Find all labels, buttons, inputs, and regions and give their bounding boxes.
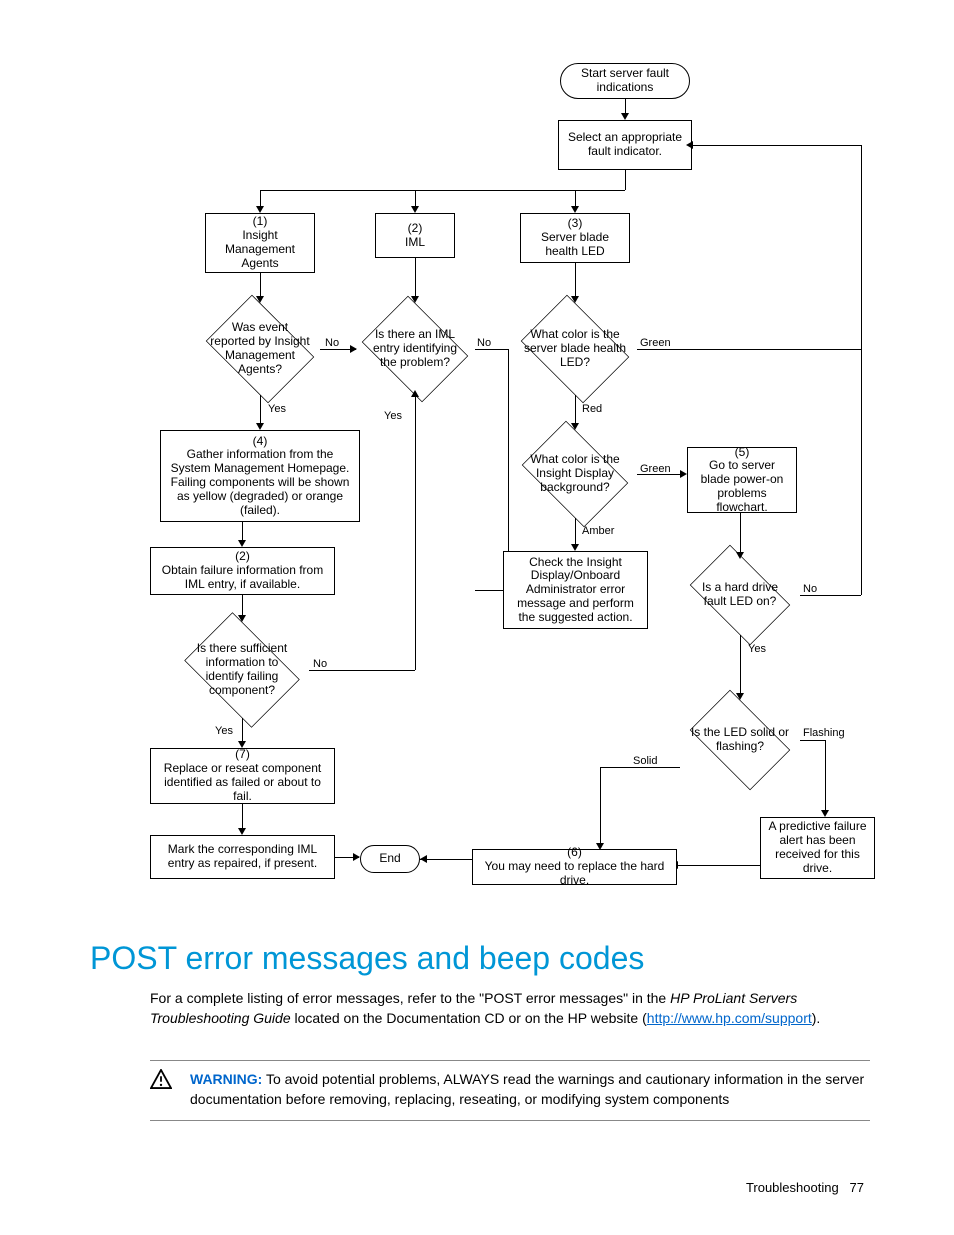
- page-footer: Troubleshooting 77: [746, 1180, 864, 1195]
- node-gather-info: (4) Gather information from the System M…: [160, 430, 360, 522]
- text: (2) Obtain failure information from IML …: [157, 550, 328, 591]
- label-yes: Yes: [215, 725, 233, 738]
- text: What color is the server blade health LE…: [513, 328, 637, 369]
- text: To avoid potential problems, ALWAYS read…: [190, 1071, 864, 1107]
- text: Is the LED solid or flashing?: [680, 726, 800, 754]
- label-amber: Amber: [582, 525, 614, 538]
- node-poweron-flow: (5) Go to server blade power-on problems…: [687, 447, 797, 513]
- node-mark-repaired: Mark the corresponding IML entry as repa…: [150, 835, 335, 879]
- text: Select an appropriate fault indicator.: [565, 131, 685, 159]
- text: ).: [812, 1010, 821, 1026]
- label-yes: Yes: [748, 643, 766, 656]
- footer-section: Troubleshooting: [746, 1180, 839, 1195]
- label-green: Green: [640, 337, 671, 350]
- warning-label: WARNING:: [190, 1071, 262, 1087]
- label-no: No: [313, 658, 327, 671]
- node-iml: (2) IML: [375, 213, 455, 258]
- decision-iml-entry: Is there an IML entry identifying the pr…: [355, 303, 475, 395]
- label-yes: Yes: [384, 410, 402, 423]
- decision-display-color: What color is the Insight Display backgr…: [513, 430, 637, 518]
- label-no: No: [477, 337, 491, 350]
- decision-led-color: What color is the server blade health LE…: [513, 303, 637, 395]
- label-red: Red: [582, 403, 602, 416]
- decision-sufficient-info: Is there sufficient information to ident…: [175, 622, 309, 718]
- text: Was event reported by Insight Management…: [198, 321, 322, 376]
- text: (6) You may need to replace the hard dri…: [479, 846, 670, 887]
- label-flashing: Flashing: [803, 727, 845, 740]
- support-link[interactable]: http://www.hp.com/support: [647, 1010, 812, 1026]
- text: (1) Insight Management Agents: [212, 215, 308, 270]
- node-obtain-iml: (2) Obtain failure information from IML …: [150, 547, 335, 595]
- warning-icon: [150, 1069, 172, 1089]
- label-solid: Solid: [633, 755, 657, 768]
- node-start: Start server fault indications: [560, 63, 690, 99]
- label-no: No: [803, 583, 817, 596]
- intro-paragraph: For a complete listing of error messages…: [150, 988, 870, 1029]
- text: For a complete listing of error messages…: [150, 990, 670, 1006]
- text: Start server fault indications: [567, 67, 683, 95]
- text: End: [379, 852, 400, 866]
- text: (4) Gather information from the System M…: [167, 435, 353, 518]
- decision-hd-led: Is a hard drive fault LED on?: [680, 555, 800, 635]
- warning-text: WARNING: To avoid potential problems, AL…: [190, 1069, 870, 1110]
- text: A predictive failure alert has been rece…: [767, 820, 868, 875]
- label-no: No: [325, 337, 339, 350]
- footer-page: 77: [850, 1180, 864, 1195]
- decision-solid-flashing: Is the LED solid or flashing?: [680, 700, 800, 780]
- section-heading: POST error messages and beep codes: [90, 940, 644, 977]
- node-health-led: (3) Server blade health LED: [520, 213, 630, 263]
- text: (2) IML: [405, 222, 425, 250]
- text: (3) Server blade health LED: [527, 217, 623, 258]
- flowchart: Start server fault indications Select an…: [120, 55, 880, 925]
- node-insight-agents: (1) Insight Management Agents: [205, 213, 315, 273]
- text: What color is the Insight Display backgr…: [513, 453, 637, 494]
- node-check-display: Check the Insight Display/Onboard Admini…: [503, 551, 648, 629]
- text: Is there sufficient information to ident…: [175, 642, 309, 697]
- text: (5) Go to server blade power-on problems…: [694, 446, 790, 515]
- text: Mark the corresponding IML entry as repa…: [157, 843, 328, 871]
- node-select: Select an appropriate fault indicator.: [558, 120, 692, 170]
- node-replace-hd: (6) You may need to replace the hard dri…: [472, 849, 677, 885]
- text: Is a hard drive fault LED on?: [680, 581, 800, 609]
- label-yes: Yes: [268, 403, 286, 416]
- decision-reported-by-agents: Was event reported by Insight Management…: [198, 303, 322, 395]
- text: located on the Documentation CD or on th…: [291, 1010, 647, 1026]
- text: (7) Replace or reseat component identifi…: [157, 748, 328, 803]
- text: Check the Insight Display/Onboard Admini…: [510, 556, 641, 625]
- warning-box: WARNING: To avoid potential problems, AL…: [150, 1060, 870, 1121]
- node-replace-component: (7) Replace or reseat component identifi…: [150, 748, 335, 804]
- node-end: End: [360, 845, 420, 873]
- node-predictive-alert: A predictive failure alert has been rece…: [760, 817, 875, 879]
- text: Is there an IML entry identifying the pr…: [355, 328, 475, 369]
